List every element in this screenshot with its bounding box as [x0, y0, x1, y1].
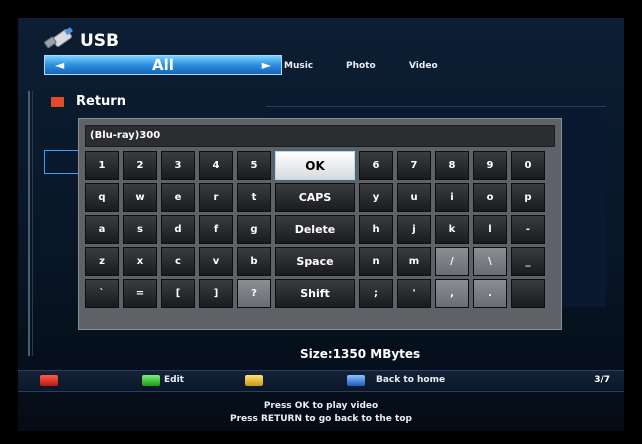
key-h[interactable]: h	[359, 215, 393, 244]
arrow-right-icon[interactable]: ►	[262, 58, 271, 72]
key-z[interactable]: z	[85, 247, 119, 276]
key-j[interactable]: j	[397, 215, 431, 244]
media-browser-screen: USB ◄ All ► Music Photo Video Return (Bl…	[18, 18, 624, 431]
key-6[interactable]: 6	[359, 151, 393, 180]
list-scrollbar[interactable]	[28, 91, 30, 356]
page-indicator: 3/7	[594, 375, 610, 385]
key-1[interactable]: 1	[85, 151, 119, 180]
blue-button-icon[interactable]	[347, 375, 365, 386]
key-delete[interactable]: Delete	[275, 215, 355, 244]
onscreen-keyboard: (Blu-ray)300 1 2 3 4 5 OK 6 7 8 9 0 q w e r t CAPS y u i o p a…	[78, 118, 562, 330]
tab-photo[interactable]: Photo	[346, 61, 376, 71]
key-y[interactable]: y	[359, 183, 393, 212]
file-size: Size:1350 MBytes	[300, 347, 421, 361]
key-8[interactable]: 8	[435, 151, 469, 180]
footer-bar	[18, 370, 624, 392]
key-u46[interactable]: .	[473, 279, 507, 308]
key-caps[interactable]: CAPS	[275, 183, 355, 212]
list-divider	[32, 91, 33, 356]
key-l[interactable]: l	[473, 215, 507, 244]
red-button-icon[interactable]	[40, 375, 58, 386]
key-x[interactable]: x	[123, 247, 157, 276]
device-title: USB	[80, 31, 120, 51]
category-label: All	[152, 56, 174, 74]
key-u45[interactable]: -	[511, 215, 545, 244]
key-3[interactable]: 3	[161, 151, 195, 180]
key-f[interactable]: f	[199, 215, 233, 244]
tab-music[interactable]: Music	[284, 61, 313, 71]
key-k[interactable]: k	[435, 215, 469, 244]
back-to-home-label[interactable]: Back to home	[376, 375, 445, 385]
key-q[interactable]: q	[85, 183, 119, 212]
key-t[interactable]: t	[237, 183, 271, 212]
key-u96[interactable]: `	[85, 279, 119, 308]
usb-icon	[44, 27, 73, 49]
key-7[interactable]: 7	[397, 151, 431, 180]
key-g[interactable]: g	[237, 215, 271, 244]
key-c[interactable]: c	[161, 247, 195, 276]
key-d[interactable]: d	[161, 215, 195, 244]
key-o[interactable]: o	[473, 183, 507, 212]
list-item-selected[interactable]	[44, 150, 80, 174]
key-w[interactable]: w	[123, 183, 157, 212]
key-u63[interactable]: ?	[237, 279, 271, 308]
key-s[interactable]: s	[123, 215, 157, 244]
key-n[interactable]: n	[359, 247, 393, 276]
key-shift[interactable]: Shift	[275, 279, 355, 308]
key-u44[interactable]: ,	[435, 279, 469, 308]
yellow-button-icon[interactable]	[245, 375, 263, 386]
category-selector[interactable]: ◄ All ►	[44, 55, 282, 75]
key-u93[interactable]: ]	[199, 279, 233, 308]
key-0[interactable]: 0	[511, 151, 545, 180]
return-icon	[51, 97, 64, 107]
key-u59[interactable]: ;	[359, 279, 393, 308]
hint-return: Press RETURN to go back to the top	[230, 414, 412, 424]
key-u91[interactable]: [	[161, 279, 195, 308]
key-2[interactable]: 2	[123, 151, 157, 180]
key-u61[interactable]: =	[123, 279, 157, 308]
key-space[interactable]: Space	[275, 247, 355, 276]
key-u[interactable]: u	[397, 183, 431, 212]
key-e[interactable]: e	[161, 183, 195, 212]
key-p[interactable]: p	[511, 183, 545, 212]
key-a[interactable]: a	[85, 215, 119, 244]
keyboard-keys: 1 2 3 4 5 OK 6 7 8 9 0 q w e r t CAPS y u i o p a s d f g Delete h j k…	[85, 151, 555, 308]
green-button-icon[interactable]	[142, 375, 160, 386]
key-u39[interactable]: '	[397, 279, 431, 308]
key-blank[interactable]	[511, 279, 545, 308]
key-u92[interactable]: \	[473, 247, 507, 276]
return-item[interactable]: Return	[76, 94, 126, 109]
key-i[interactable]: i	[435, 183, 469, 212]
key-9[interactable]: 9	[473, 151, 507, 180]
key-5[interactable]: 5	[237, 151, 271, 180]
keyboard-input-field[interactable]: (Blu-ray)300	[85, 125, 555, 147]
key-r[interactable]: r	[199, 183, 233, 212]
key-4[interactable]: 4	[199, 151, 233, 180]
tab-video[interactable]: Video	[409, 61, 438, 71]
key-v[interactable]: v	[199, 247, 233, 276]
edit-label[interactable]: Edit	[164, 375, 184, 385]
key-u47[interactable]: /	[435, 247, 469, 276]
key-m[interactable]: m	[397, 247, 431, 276]
hint-play: Press OK to play video	[263, 401, 379, 411]
key-u95[interactable]: _	[511, 247, 545, 276]
key-b[interactable]: b	[237, 247, 271, 276]
key-ok[interactable]: OK	[275, 151, 355, 180]
